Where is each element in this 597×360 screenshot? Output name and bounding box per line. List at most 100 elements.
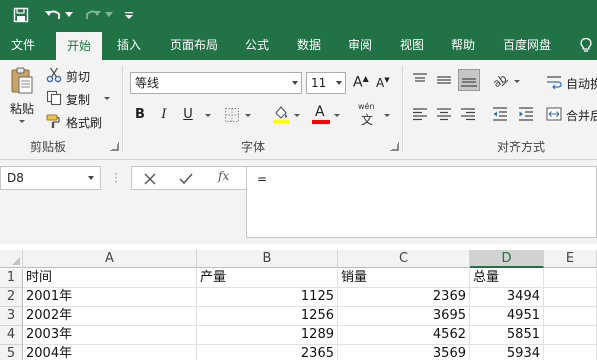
shrink-font-button[interactable]: A▼ bbox=[376, 76, 390, 90]
bottom-align-button[interactable] bbox=[458, 69, 480, 91]
font-size-select[interactable]: 11 bbox=[306, 72, 346, 94]
align-center-icon[interactable] bbox=[436, 106, 452, 122]
fill-color-dropdown-icon[interactable] bbox=[294, 114, 300, 117]
cell-d4[interactable]: 5851 bbox=[470, 326, 544, 345]
row-header-2[interactable]: 2 bbox=[0, 288, 23, 307]
clipboard-launcher-icon[interactable] bbox=[110, 142, 119, 151]
font-color-dropdown-icon[interactable] bbox=[334, 114, 340, 117]
enter-check-icon[interactable] bbox=[179, 173, 193, 185]
customize-quick-access-icon[interactable] bbox=[122, 4, 136, 26]
align-left-icon[interactable] bbox=[412, 106, 428, 122]
decrease-indent-icon[interactable] bbox=[492, 106, 508, 122]
cell-d5[interactable]: 5934 bbox=[470, 345, 544, 360]
lightbulb-icon[interactable] bbox=[578, 37, 594, 53]
name-box[interactable]: D8 bbox=[0, 166, 101, 190]
orientation-dropdown-icon[interactable] bbox=[514, 80, 520, 83]
tab-view[interactable]: 视图 bbox=[393, 30, 431, 60]
font-name-select[interactable]: 等线 bbox=[130, 72, 302, 94]
underline-button[interactable]: U bbox=[180, 104, 196, 126]
cell-b5[interactable]: 2365 bbox=[197, 345, 338, 360]
column-header-b[interactable]: B bbox=[197, 250, 338, 268]
cut-button[interactable]: 剪切 bbox=[66, 68, 90, 85]
row-header-5[interactable]: 5 bbox=[0, 345, 23, 360]
column-header-a[interactable]: A bbox=[23, 250, 197, 268]
tab-insert[interactable]: 插入 bbox=[110, 30, 148, 60]
increase-indent-icon[interactable] bbox=[518, 106, 534, 122]
paste-icon[interactable] bbox=[10, 66, 34, 96]
column-header-c[interactable]: C bbox=[338, 250, 470, 268]
cell-a4[interactable]: 2003年 bbox=[23, 326, 197, 345]
cell-d1[interactable]: 总量 bbox=[470, 269, 544, 288]
cancel-icon[interactable] bbox=[144, 173, 156, 185]
cell-c2[interactable]: 2369 bbox=[338, 288, 470, 307]
orientation-icon[interactable]: ab bbox=[492, 72, 510, 88]
tab-data[interactable]: 数据 bbox=[290, 30, 328, 60]
row-header-4[interactable]: 4 bbox=[0, 326, 23, 345]
cell-b1[interactable]: 产量 bbox=[197, 269, 338, 288]
cell-c1[interactable]: 销量 bbox=[338, 269, 470, 288]
format-painter-icon[interactable] bbox=[46, 113, 62, 129]
cell-e1[interactable] bbox=[544, 269, 597, 288]
undo-dropdown-icon[interactable] bbox=[64, 4, 74, 26]
underline-dropdown-icon[interactable] bbox=[205, 114, 211, 117]
top-align-icon[interactable] bbox=[412, 72, 428, 88]
phonetic-guide-icon[interactable]: wén 文 bbox=[358, 102, 380, 127]
borders-dropdown-icon[interactable] bbox=[245, 114, 251, 117]
tab-review[interactable]: 审阅 bbox=[341, 30, 379, 60]
cell-b3[interactable]: 1256 bbox=[197, 307, 338, 326]
borders-icon[interactable] bbox=[224, 107, 240, 123]
save-icon[interactable] bbox=[10, 4, 32, 26]
cell-c5[interactable]: 3569 bbox=[338, 345, 470, 360]
row-header-3[interactable]: 3 bbox=[0, 307, 23, 326]
tab-help[interactable]: 帮助 bbox=[444, 30, 482, 60]
italic-button[interactable]: I bbox=[156, 104, 172, 126]
cell-e4[interactable] bbox=[544, 326, 597, 345]
cell-c3[interactable]: 3695 bbox=[338, 307, 470, 326]
merge-center-icon[interactable] bbox=[546, 106, 562, 122]
bold-button[interactable]: B bbox=[132, 104, 148, 126]
copy-dropdown-icon[interactable] bbox=[104, 97, 110, 100]
wrap-text-icon[interactable] bbox=[546, 74, 562, 90]
formula-input[interactable]: = bbox=[246, 166, 597, 238]
cell-e2[interactable] bbox=[544, 288, 597, 307]
wrap-text-button[interactable]: 自动换 bbox=[566, 75, 597, 92]
cell-a2[interactable]: 2001年 bbox=[23, 288, 197, 307]
tab-formulas[interactable]: 公式 bbox=[238, 30, 276, 60]
insert-function-icon[interactable]: fx bbox=[218, 169, 229, 183]
cell-a5[interactable]: 2004年 bbox=[23, 345, 197, 360]
redo-dropdown-icon[interactable] bbox=[104, 4, 114, 26]
fill-color-icon[interactable] bbox=[272, 104, 290, 124]
font-launcher-icon[interactable] bbox=[390, 142, 399, 151]
paste-button[interactable]: 粘贴 bbox=[10, 100, 34, 117]
copy-button[interactable]: 复制 bbox=[66, 91, 90, 108]
cell-a3[interactable]: 2002年 bbox=[23, 307, 197, 326]
redo-icon[interactable] bbox=[82, 4, 104, 26]
middle-align-icon[interactable] bbox=[436, 72, 452, 88]
cell-d2[interactable]: 3494 bbox=[470, 288, 544, 307]
column-header-e[interactable]: E bbox=[544, 250, 597, 268]
cell-b2[interactable]: 1125 bbox=[197, 288, 338, 307]
select-all-button[interactable] bbox=[0, 250, 23, 268]
grow-font-button[interactable]: A▲ bbox=[353, 74, 369, 91]
tab-home[interactable]: 开始 bbox=[56, 32, 102, 60]
cell-a1[interactable]: 时间 bbox=[23, 269, 197, 288]
cell-b4[interactable]: 1289 bbox=[197, 326, 338, 345]
tab-page-layout[interactable]: 页面布局 bbox=[164, 30, 224, 60]
align-right-icon[interactable] bbox=[460, 106, 476, 122]
cell-e3[interactable] bbox=[544, 307, 597, 326]
cell-e5[interactable] bbox=[544, 345, 597, 360]
format-painter-button[interactable]: 格式刷 bbox=[66, 114, 102, 131]
merge-center-button[interactable]: 合并后 bbox=[566, 107, 597, 124]
formula-bar-grip[interactable]: · · · bbox=[114, 168, 118, 188]
undo-icon[interactable] bbox=[42, 4, 64, 26]
cell-c4[interactable]: 4562 bbox=[338, 326, 470, 345]
cell-d3[interactable]: 4951 bbox=[470, 307, 544, 326]
tab-file[interactable]: 文件 bbox=[4, 30, 42, 60]
font-color-icon[interactable]: A bbox=[312, 104, 330, 124]
scissors-icon[interactable] bbox=[46, 67, 62, 83]
paste-dropdown-icon[interactable] bbox=[19, 120, 25, 123]
column-header-d[interactable]: D bbox=[470, 250, 544, 268]
copy-icon[interactable] bbox=[46, 90, 62, 106]
phonetic-dropdown-icon[interactable] bbox=[384, 114, 390, 117]
tab-baidu-netdisk[interactable]: 百度网盘 bbox=[497, 30, 557, 60]
